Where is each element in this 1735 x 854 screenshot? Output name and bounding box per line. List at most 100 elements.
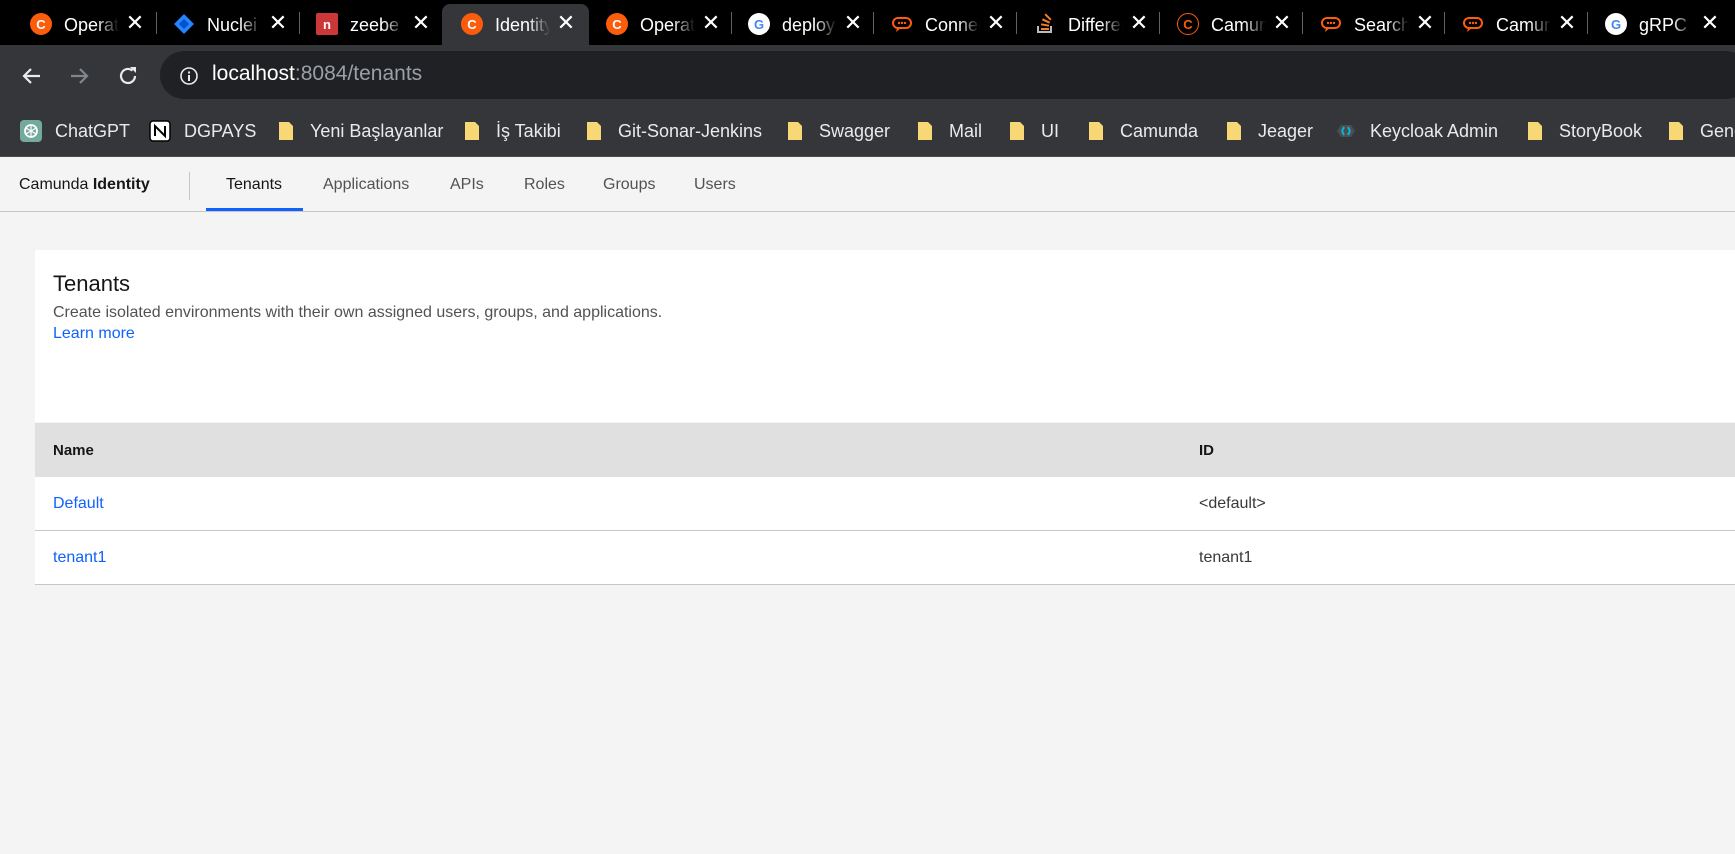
bookmark-folder[interactable]: Yeni Başlayanlar [275,117,443,145]
browser-tab[interactable]: C Operate ✕ [587,4,731,45]
bookmark-dgpays[interactable]: DGPAYS [149,117,256,145]
tenant-id: tenant1 [1199,549,1253,566]
info-icon[interactable] [179,66,199,86]
close-icon[interactable]: ✕ [843,12,863,34]
notion-icon [149,120,171,142]
browser-tab-title: Operate [64,15,119,36]
tab-users[interactable]: Users [674,158,756,211]
close-icon[interactable]: ✕ [411,12,431,34]
browser-tab[interactable]: C Operate ✕ [11,4,155,45]
camunda-icon: C [1177,13,1199,35]
table-header: Name ID [35,423,1735,477]
brand-name: Identity [92,176,150,193]
bookmark-label: Keycloak Admin [1370,120,1499,141]
table-row[interactable]: Default <default> [35,477,1735,531]
bookmark-folder[interactable]: Git-Sonar-Jenkins [583,117,762,145]
folder-icon [1528,122,1542,140]
app-header: Camunda Identity Tenants Applications AP… [0,158,1735,212]
browser-tab-title: Nuclei [207,15,262,36]
tab-groups[interactable]: Groups [583,158,675,211]
chatgpt-icon [20,120,42,142]
bookmark-label: ChatGPT [55,120,131,141]
close-icon[interactable]: ✕ [701,12,721,34]
bookmark-label: Mail [949,120,983,141]
column-header-name[interactable]: Name [53,442,94,459]
bookmark-folder[interactable]: Camunda [1085,117,1198,145]
close-icon[interactable]: ✕ [1415,12,1435,34]
camunda-icon: C [30,13,52,35]
tenants-table: Name ID Default <default> tenant1 tenant… [35,423,1735,585]
url-bar[interactable]: localhost:8084/tenants [160,51,1735,99]
browser-tab[interactable]: G deploy ✕ [729,4,873,45]
bookmark-label: Camunda [1120,120,1199,141]
npm-icon: n [316,13,338,35]
browser-tab-title: Search [1354,15,1409,36]
folder-icon [1227,122,1241,140]
bookmark-folder[interactable]: Jeager [1223,117,1313,145]
folder-icon [1010,122,1024,140]
close-icon[interactable]: ✕ [986,12,1006,34]
page-title: Tenants [53,271,131,296]
table-row[interactable]: tenant1 tenant1 [35,531,1735,585]
bookmark-label: Git-Sonar-Jenkins [618,120,763,141]
tab-applications[interactable]: Applications [303,158,429,211]
folder-icon [1089,122,1103,140]
folder-icon [1669,122,1683,140]
folder-icon [465,122,479,140]
forward-button[interactable] [64,61,94,91]
google-icon: G [1605,13,1627,35]
browser-tab[interactable]: Camunda ✕ [1443,4,1587,45]
browser-tab[interactable]: Nuclei ✕ [154,4,298,45]
bookmark-label: General [1700,120,1735,141]
bookmark-folder[interactable]: UI [1006,117,1059,145]
browser-tab[interactable]: C Camunda ✕ [1158,4,1302,45]
tab-tenants[interactable]: Tenants [206,158,303,211]
reload-button[interactable] [113,61,143,91]
browser-tab[interactable]: Search ✕ [1301,4,1445,45]
folder-icon [587,122,601,140]
browser-tab-title: zeebe [350,15,405,36]
browser-tab[interactable]: G gRPC ✕ [1586,4,1730,45]
browser-tab-active[interactable]: C Identity ✕ [442,4,589,45]
close-icon[interactable]: ✕ [1129,12,1149,34]
reload-icon [119,67,137,85]
bookmarks-bar: ChatGPT DGPAYS Yeni Başlayanlar İş Takib… [0,106,1735,157]
close-icon[interactable]: ✕ [268,12,288,34]
browser-tab[interactable]: n zeebe ✕ [297,4,441,45]
tenant-name-link[interactable]: tenant1 [53,549,106,567]
browser-tab[interactable]: Difference ✕ [1015,4,1159,45]
close-icon[interactable]: ✕ [1272,12,1292,34]
app-brand[interactable]: Camunda Identity [19,176,150,194]
close-icon[interactable]: ✕ [1557,12,1577,34]
bookmark-folder[interactable]: General [1665,117,1735,145]
forum-icon [891,13,913,35]
close-icon[interactable]: ✕ [556,12,576,34]
tenant-id: <default> [1199,495,1266,512]
close-icon[interactable]: ✕ [1700,12,1720,34]
tab-roles[interactable]: Roles [504,158,585,211]
bookmark-folder[interactable]: Mail [914,117,982,145]
browser-tab-title: Difference [1068,15,1123,36]
browser-tab-title: gRPC [1639,15,1694,36]
tab-apis[interactable]: APIs [430,158,504,211]
bookmark-chatgpt[interactable]: ChatGPT [20,117,130,145]
browser-tab[interactable]: Connectors ✕ [872,4,1016,45]
bookmark-folder[interactable]: Swagger [784,117,890,145]
back-button[interactable] [17,61,47,91]
browser-tab-title: deploy [782,15,837,36]
bookmark-folder[interactable]: İş Takibi [461,117,561,145]
bookmark-folder[interactable]: StoryBook [1524,117,1642,145]
learn-more-link[interactable]: Learn more [53,325,135,343]
column-header-id[interactable]: ID [1199,442,1214,459]
url-text: localhost:8084/tenants [212,62,422,86]
google-icon: G [748,13,770,35]
browser-tab-title: Identity [495,15,550,36]
page-description: Create isolated environments with their … [53,304,663,321]
close-icon[interactable]: ✕ [125,12,145,34]
browser-tab-title: Connectors [925,15,980,36]
folder-icon [918,122,932,140]
jira-icon [173,13,195,35]
bookmark-keycloak[interactable]: Keycloak Admin [1335,117,1498,145]
tenant-name-link[interactable]: Default [53,495,104,513]
bookmark-label: Swagger [819,120,891,141]
